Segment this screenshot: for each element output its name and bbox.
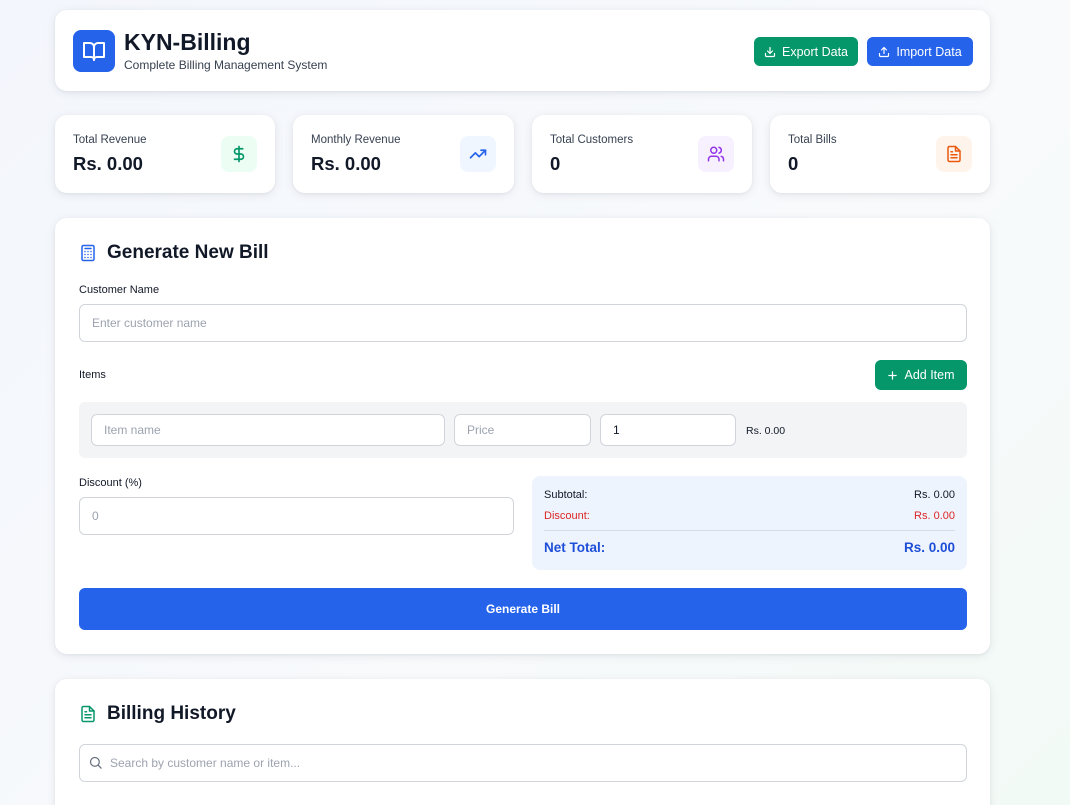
billing-history-title: Billing History: [107, 703, 236, 724]
item-line-total: Rs. 0.00: [746, 425, 786, 437]
export-data-label: Export Data: [781, 44, 848, 59]
items-label: Items: [79, 369, 106, 381]
subtotal-row: Subtotal: Rs. 0.00: [544, 489, 955, 501]
app-title: KYN-Billing: [124, 29, 251, 55]
subtotal-label: Subtotal:: [544, 489, 588, 501]
add-item-label: Add Item: [904, 368, 955, 382]
discount-row: Discount: Rs. 0.00: [544, 510, 955, 522]
stat-value: 0: [550, 153, 561, 174]
item-row: Rs. 0.00: [79, 402, 967, 458]
book-open-icon: [73, 30, 115, 72]
stat-label: Total Revenue: [73, 134, 147, 146]
calculator-icon: [81, 244, 95, 262]
import-data-button[interactable]: Import Data: [867, 37, 973, 66]
bill-summary: Subtotal: Rs. 0.00 Discount: Rs. 0.00 Ne…: [532, 476, 967, 570]
stat-card-monthly-revenue: Monthly Revenue Rs. 0.00: [293, 115, 514, 193]
billing-history-heading: Billing History: [79, 703, 236, 725]
upload-icon: [879, 46, 890, 57]
stat-card-total-revenue: Total Revenue Rs. 0.00: [55, 115, 275, 193]
import-data-label: Import Data: [896, 44, 962, 59]
file-text-icon: [936, 136, 972, 172]
generate-bill-button[interactable]: Generate Bill: [79, 588, 967, 630]
trending-up-icon: [460, 136, 496, 172]
dollar-icon: [221, 136, 257, 172]
net-total-label: Net Total:: [544, 540, 606, 555]
plus-icon: [888, 370, 898, 380]
generate-bill-panel: Generate New Bill Customer Name Items Ad…: [55, 218, 990, 654]
generate-bill-heading: Generate New Bill: [79, 242, 269, 264]
stat-value: Rs. 0.00: [311, 153, 381, 174]
customer-name-label: Customer Name: [79, 284, 160, 296]
discount-summary-value: Rs. 0.00: [914, 510, 955, 522]
history-search-input[interactable]: [79, 744, 967, 782]
summary-divider: [544, 530, 955, 531]
stat-label: Total Customers: [550, 134, 634, 146]
users-icon: [698, 136, 734, 172]
stat-card-total-bills: Total Bills 0: [770, 115, 990, 193]
billing-history-panel: Billing History: [55, 679, 990, 805]
item-quantity-input[interactable]: [600, 414, 736, 446]
discount-label: Discount (%): [79, 477, 142, 489]
stat-value: Rs. 0.00: [73, 153, 143, 174]
add-item-button[interactable]: Add Item: [875, 360, 967, 390]
file-text-icon: [81, 705, 95, 723]
item-price-input[interactable]: [454, 414, 591, 446]
discount-summary-label: Discount:: [544, 510, 590, 522]
stat-card-total-customers: Total Customers 0: [532, 115, 752, 193]
generate-bill-title: Generate New Bill: [107, 242, 269, 263]
net-total-row: Net Total: Rs. 0.00: [544, 540, 955, 555]
export-data-button[interactable]: Export Data: [754, 37, 858, 66]
app-header: KYN-Billing Complete Billing Management …: [55, 10, 990, 91]
discount-input[interactable]: [79, 497, 514, 535]
item-name-input[interactable]: [91, 414, 445, 446]
stat-value: 0: [788, 153, 799, 174]
app-subtitle: Complete Billing Management System: [124, 58, 328, 72]
stat-label: Monthly Revenue: [311, 134, 401, 146]
download-icon: [764, 46, 776, 57]
search-icon: [89, 756, 102, 769]
customer-name-input[interactable]: [79, 304, 967, 342]
subtotal-value: Rs. 0.00: [914, 489, 955, 501]
stat-label: Total Bills: [788, 134, 837, 146]
history-search: [79, 744, 967, 782]
net-total-value: Rs. 0.00: [903, 540, 955, 555]
